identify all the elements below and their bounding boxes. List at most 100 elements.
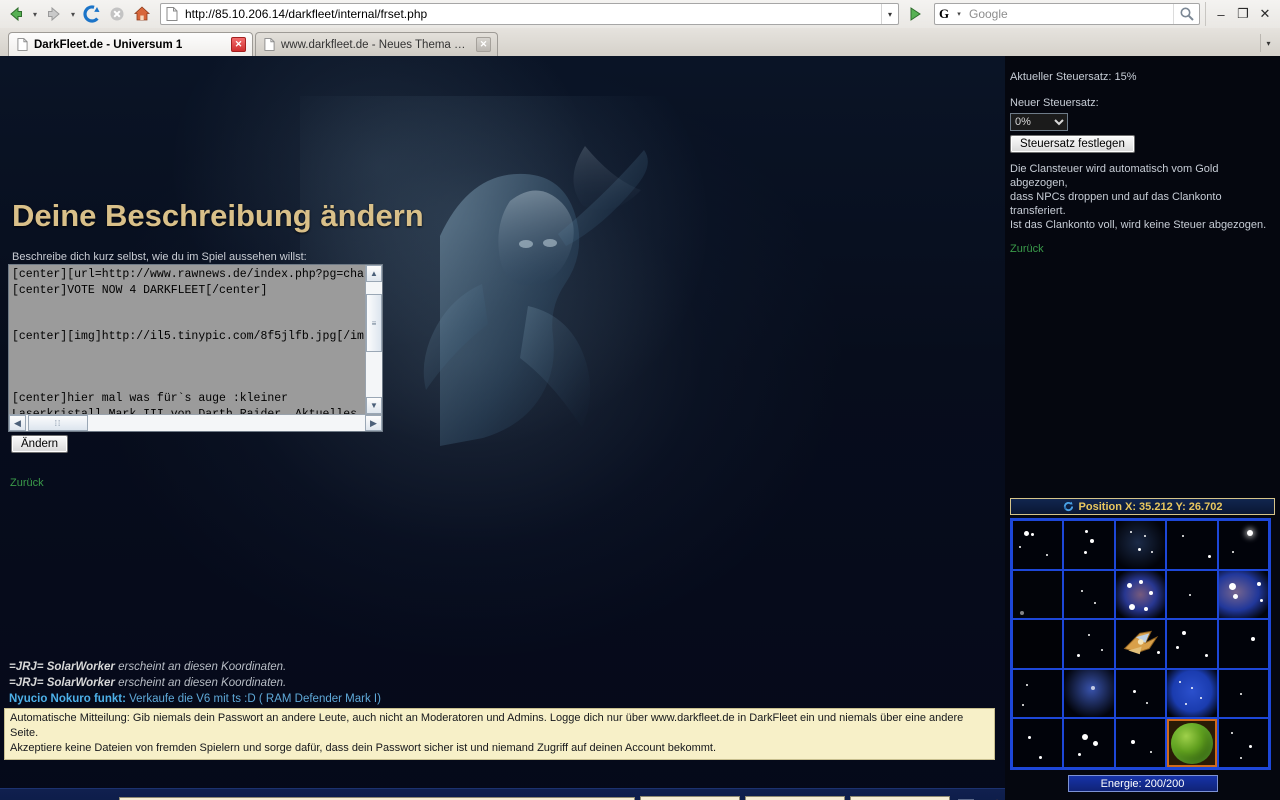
tab-list-caret-icon[interactable]: ▾ bbox=[1260, 34, 1276, 52]
minimap-cell[interactable] bbox=[1115, 669, 1166, 718]
planet-green-icon bbox=[1170, 722, 1214, 764]
reload-icon[interactable] bbox=[80, 2, 104, 26]
chat-line-funk: Nyucio Nokuro funkt: Verkaufe die V6 mit… bbox=[0, 691, 995, 707]
minimap-cell[interactable] bbox=[1167, 620, 1217, 668]
current-tax-label: Aktueller Steuersatz: 15% bbox=[1010, 71, 1137, 83]
new-tax-label: Neuer Steuersatz: bbox=[1010, 97, 1099, 109]
scroll-down-icon[interactable]: ▼ bbox=[366, 397, 382, 414]
chat-nick: =JRJ= SolarWorker bbox=[9, 661, 115, 673]
description-textarea-container[interactable]: ▲ ≡ ▼ ◀ ⁞⁞ ▶ bbox=[8, 264, 383, 432]
minimap-cell[interactable] bbox=[1115, 521, 1166, 569]
browser-chrome: ▾ ▾ http://85.10.206.14/darkfleet/intern… bbox=[0, 0, 1280, 56]
vscroll-track[interactable]: ≡ bbox=[366, 282, 382, 397]
minimap-cell[interactable] bbox=[1167, 570, 1217, 619]
minimap-cell[interactable] bbox=[1064, 521, 1114, 569]
description-textarea[interactable] bbox=[9, 265, 365, 414]
navigation-toolbar: ▾ ▾ http://85.10.206.14/darkfleet/intern… bbox=[0, 0, 1280, 28]
tax-rate-select[interactable]: 0% bbox=[1010, 113, 1068, 131]
scroll-up-icon[interactable]: ▲ bbox=[366, 265, 382, 282]
search-box[interactable]: G ▾ Google bbox=[934, 3, 1200, 25]
minimap-cell[interactable] bbox=[1167, 521, 1217, 569]
minimap-cell[interactable] bbox=[1064, 719, 1114, 767]
set-tax-button[interactable]: Steuersatz festlegen bbox=[1010, 135, 1135, 153]
chat-line: =JRJ= SolarWorker erscheint an diesen Ko… bbox=[0, 659, 995, 675]
hscroll-thumb[interactable]: ⁞⁞ bbox=[28, 415, 88, 431]
sidebar-back-link[interactable]: Zurück bbox=[1010, 243, 1044, 255]
textarea-vertical-scrollbar[interactable]: ▲ ≡ ▼ bbox=[365, 265, 382, 414]
chat-log: =JRJ= SolarWorker erscheint an diesen Ko… bbox=[0, 659, 995, 707]
minimap-cell-ship[interactable] bbox=[1115, 620, 1166, 668]
chat-tab-funken[interactable]: Funken bbox=[850, 795, 950, 800]
back-link[interactable]: Zurück bbox=[10, 477, 44, 489]
close-button[interactable]: ✕ bbox=[1254, 3, 1276, 25]
stop-icon[interactable] bbox=[105, 2, 129, 26]
energy-bar: Energie: 200/200 bbox=[1067, 775, 1218, 792]
minimap-panel: Position X: 35.212 Y: 26.702 Energie: 20… bbox=[1010, 498, 1275, 792]
minimap-cell[interactable] bbox=[1167, 669, 1217, 718]
address-bar[interactable]: http://85.10.206.14/darkfleet/internal/f… bbox=[160, 3, 899, 25]
minimap-cell[interactable] bbox=[1218, 521, 1268, 569]
forward-history-caret-icon[interactable]: ▾ bbox=[67, 2, 79, 26]
minimap-cell[interactable] bbox=[1218, 669, 1268, 718]
description-label: Beschreibe dich kurz selbst, wie du im S… bbox=[12, 251, 307, 263]
minimap-cell[interactable] bbox=[1013, 669, 1063, 718]
minimap-cell[interactable] bbox=[1218, 620, 1268, 668]
background-character-art bbox=[423, 146, 648, 446]
chat-line: =JRJ= SolarWorker erscheint an diesen Ko… bbox=[0, 675, 995, 691]
chat-message-input[interactable] bbox=[118, 796, 635, 800]
textarea-horizontal-scrollbar[interactable]: ◀ ⁞⁞ ▶ bbox=[9, 414, 382, 431]
minimap-cell[interactable] bbox=[1013, 521, 1063, 569]
chat-tab-lokal[interactable]: Lokal bbox=[640, 795, 740, 800]
chat-nick: =JRJ= SolarWorker bbox=[9, 677, 115, 689]
chat-text: erscheint an diesen Koordinaten. bbox=[118, 677, 287, 689]
tax-description-line-2: dass NPCs droppen und auf das Clankonto … bbox=[1010, 191, 1222, 217]
page-title: Deine Beschreibung ändern bbox=[12, 198, 424, 233]
hscroll-track[interactable]: ⁞⁞ bbox=[26, 415, 365, 431]
minimap-cell[interactable] bbox=[1064, 570, 1114, 619]
minimap-cell[interactable] bbox=[1013, 570, 1063, 619]
system-notice: Automatische Mitteilung: Gib niemals dei… bbox=[4, 708, 995, 760]
tab-strip: DarkFleet.de - Universum 1 ✕ www.darkfle… bbox=[0, 28, 1280, 56]
back-history-caret-icon[interactable]: ▾ bbox=[29, 2, 41, 26]
minimap-cell[interactable] bbox=[1064, 620, 1114, 668]
chat-nick: Nyucio Nokuro funkt: bbox=[9, 693, 126, 705]
maximize-button[interactable]: ❐ bbox=[1232, 3, 1254, 25]
minimap-position-label: Position X: 35.212 Y: 26.702 bbox=[1078, 500, 1223, 513]
clan-tax-panel: Aktueller Steuersatz: 15% Neuer Steuersa… bbox=[1005, 56, 1280, 255]
minimap-cell[interactable] bbox=[1218, 570, 1268, 619]
tab-label: DarkFleet.de - Universum 1 bbox=[34, 38, 183, 51]
search-input[interactable]: Google bbox=[965, 7, 1173, 21]
tab-label: www.darkfleet.de - Neues Thema erst... bbox=[281, 38, 470, 51]
tab-close-icon[interactable]: ✕ bbox=[476, 37, 491, 52]
submit-description-button[interactable]: Ändern bbox=[11, 435, 69, 453]
address-dropdown-caret-icon[interactable]: ▾ bbox=[881, 4, 898, 24]
back-arrow-icon[interactable] bbox=[4, 2, 28, 26]
search-engine-caret-icon[interactable]: ▾ bbox=[953, 4, 965, 24]
tab-close-icon[interactable]: ✕ bbox=[231, 37, 246, 52]
google-logo-icon: G bbox=[938, 6, 950, 21]
minimap-cell-selected-planet[interactable] bbox=[1167, 719, 1217, 767]
home-icon[interactable] bbox=[130, 2, 154, 26]
tab-page-icon bbox=[17, 38, 28, 51]
chat-text: erscheint an diesen Koordinaten. bbox=[118, 661, 287, 673]
address-bar-text[interactable]: http://85.10.206.14/darkfleet/internal/f… bbox=[181, 7, 881, 21]
minimap-cell[interactable] bbox=[1064, 669, 1114, 718]
minimap-cell[interactable] bbox=[1115, 719, 1166, 767]
scroll-left-icon[interactable]: ◀ bbox=[9, 415, 26, 431]
ship-icon bbox=[1123, 630, 1159, 655]
search-icon[interactable] bbox=[1173, 4, 1199, 24]
chat-tab-clan[interactable]: Clan bbox=[745, 795, 845, 800]
scroll-right-icon[interactable]: ▶ bbox=[365, 415, 382, 431]
tab-darkfleet-universum[interactable]: DarkFleet.de - Universum 1 ✕ bbox=[8, 32, 253, 56]
go-button[interactable] bbox=[903, 3, 927, 25]
forward-arrow-icon[interactable] bbox=[42, 2, 66, 26]
minimap-cell[interactable] bbox=[1218, 719, 1268, 767]
minimap-cell[interactable] bbox=[1013, 620, 1063, 668]
minimap-cell[interactable] bbox=[1115, 570, 1166, 619]
minimize-button[interactable]: – bbox=[1210, 3, 1232, 25]
tab-darkfleet-forum[interactable]: www.darkfleet.de - Neues Thema erst... ✕ bbox=[255, 32, 498, 56]
vscroll-thumb[interactable]: ≡ bbox=[366, 294, 382, 352]
minimap-cell[interactable] bbox=[1013, 719, 1063, 767]
minimap-grid[interactable] bbox=[1010, 518, 1271, 770]
system-notice-line-2: Akzeptiere keine Dateien von fremden Spi… bbox=[10, 742, 717, 754]
